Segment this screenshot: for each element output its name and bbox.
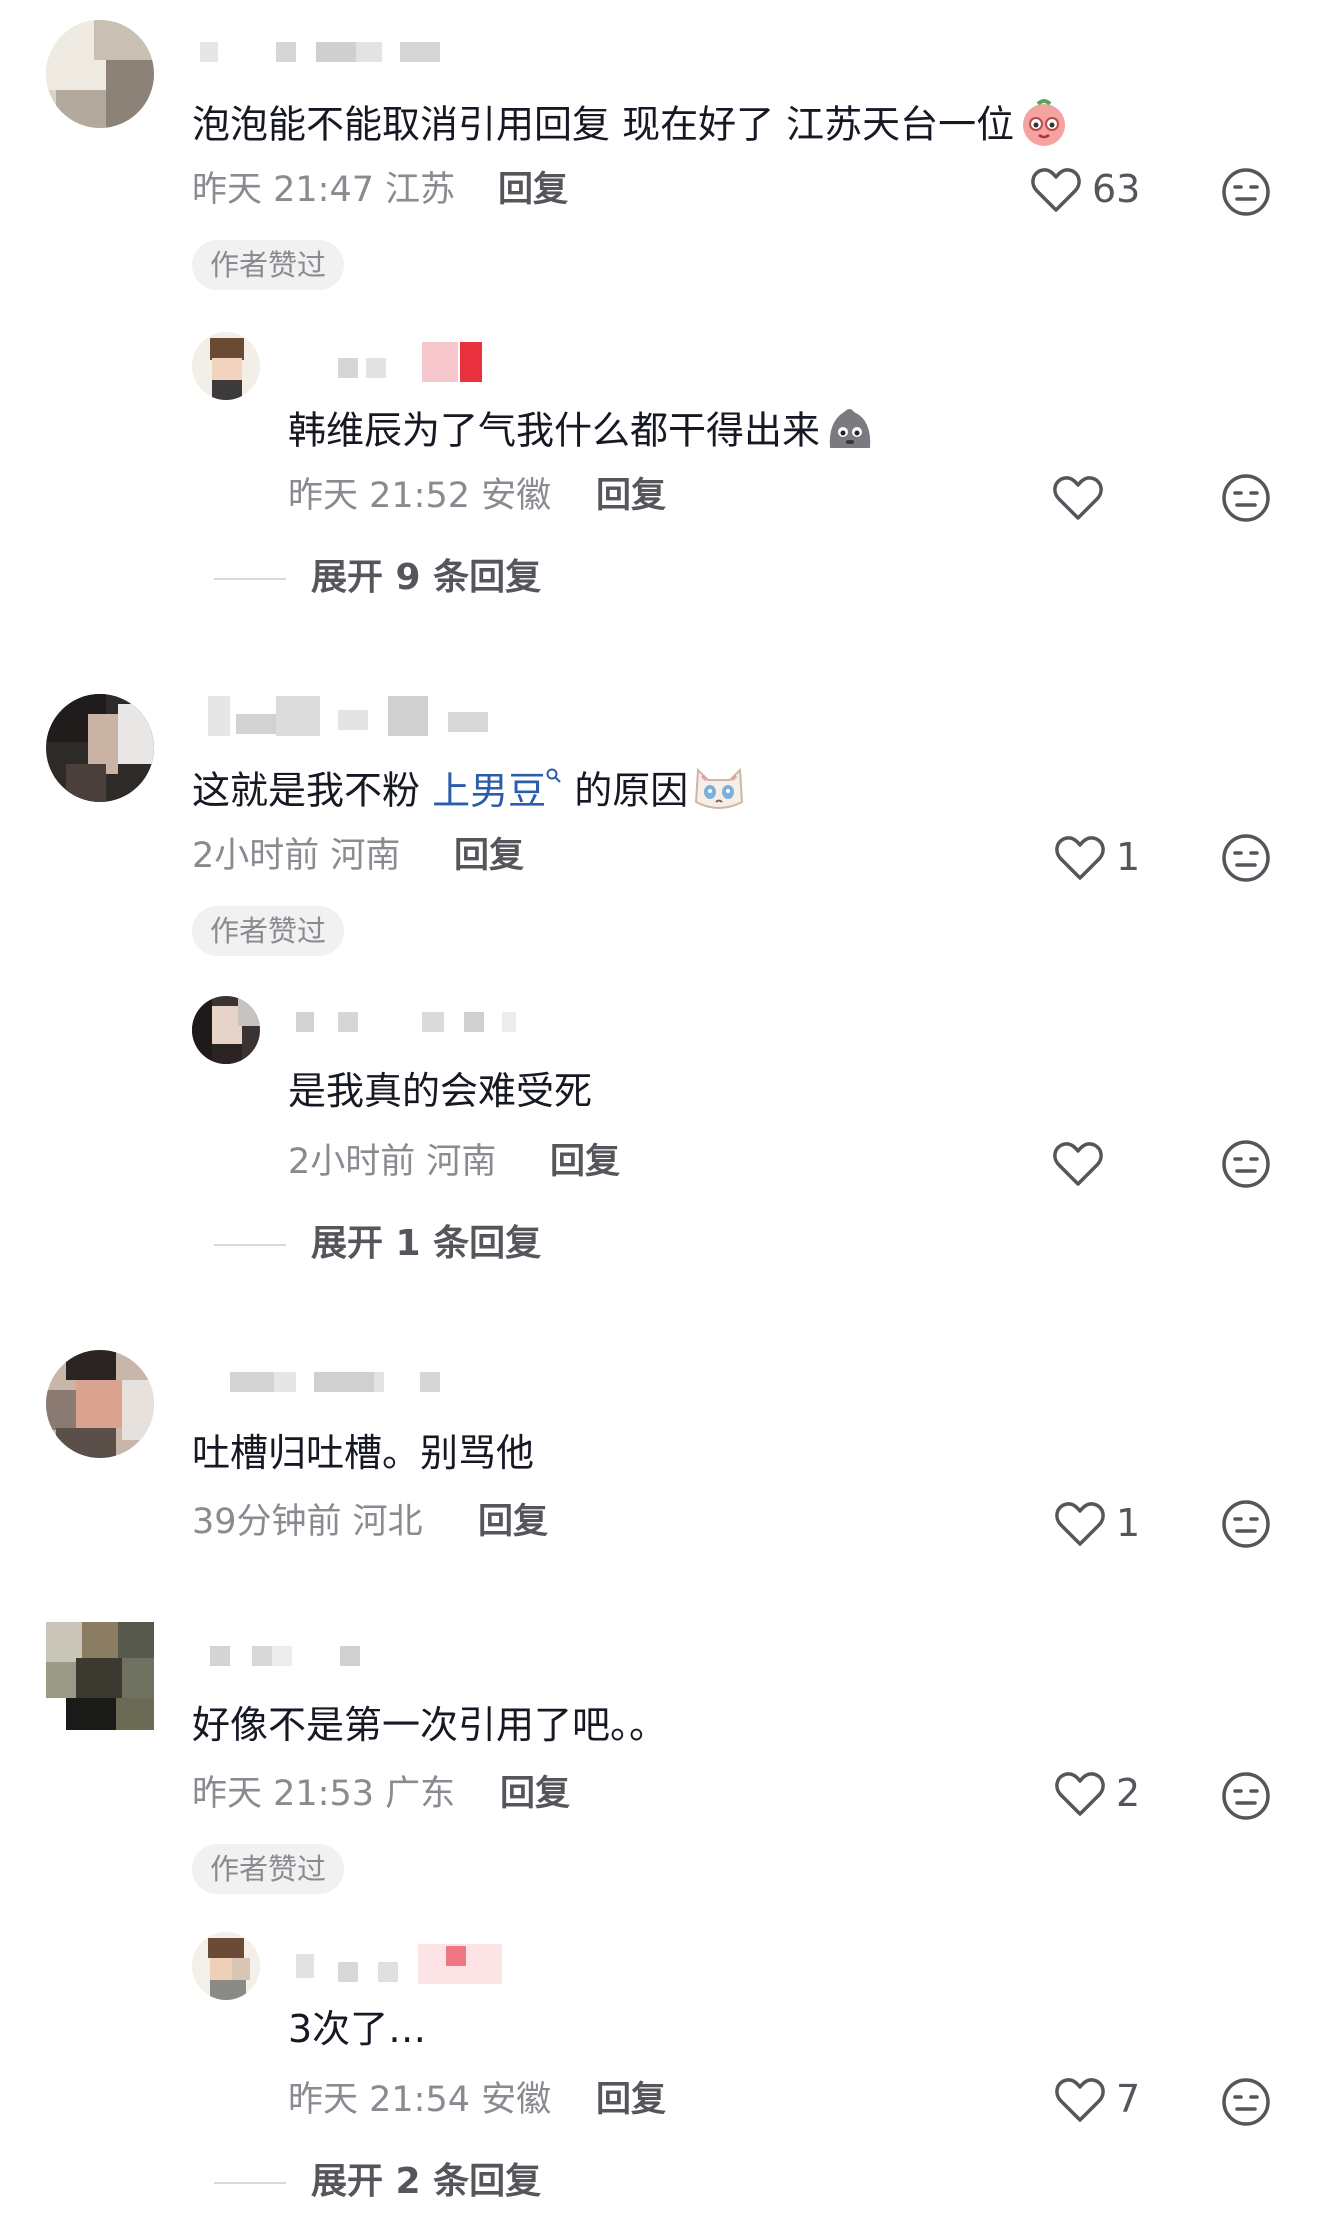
comment-meta: 39分钟前 河北: [192, 1502, 423, 1542]
comment-meta: 昨天 21:47 江苏: [192, 170, 456, 210]
crying-cat-emoji: [692, 762, 746, 824]
reply-text: 韩维辰为了气我什么都干得出来: [288, 402, 876, 464]
heart-outline-icon: [1055, 1502, 1105, 1546]
username-blurred[interactable]: [208, 696, 508, 736]
reply-button[interactable]: 回复: [478, 1500, 548, 1544]
like-button[interactable]: 1: [1054, 830, 1174, 886]
like-count: 7: [1116, 2077, 1141, 2121]
reply-text: 3次了…: [288, 2007, 427, 2051]
search-icon: [546, 768, 561, 783]
username-blurred[interactable]: [290, 342, 530, 382]
comment-text-content: 的原因: [574, 768, 689, 813]
comment-list-page: { "comments": [ { "text": "泡泡能不能取消引用回复 现…: [0, 0, 1320, 2218]
dislike-button[interactable]: [1220, 2076, 1272, 2128]
heart-outline-icon: [1055, 1772, 1105, 1816]
heart-outline-icon: [1053, 476, 1103, 520]
gray-blob-face-emoji: [824, 402, 876, 464]
dislike-button[interactable]: [1220, 1138, 1272, 1190]
avatar[interactable]: [46, 1350, 154, 1458]
neutral-face-icon: [1222, 1500, 1270, 1548]
mention-text: 上男豆: [432, 768, 547, 813]
reply-meta: 2小时前 河南: [288, 1142, 497, 1182]
reply-button[interactable]: 回复: [596, 474, 666, 518]
comment-text: 这就是我不粉 上男豆 的原因: [192, 762, 746, 824]
avatar[interactable]: [46, 694, 154, 802]
heart-outline-icon: [1053, 1142, 1103, 1186]
neutral-face-icon: [1222, 1772, 1270, 1820]
heart-outline-icon: [1055, 836, 1105, 880]
like-count: 1: [1116, 1501, 1141, 1545]
author-liked-badge: 作者赞过: [192, 906, 345, 956]
reply-text: 是我真的会难受死: [288, 1069, 593, 1113]
expand-replies-label: 展开 1 条回复: [311, 1223, 542, 1264]
reply-button[interactable]: 回复: [596, 2078, 666, 2122]
heart-outline-icon: [1031, 168, 1081, 212]
avatar[interactable]: [46, 1622, 154, 1730]
like-button[interactable]: 1: [1054, 1496, 1174, 1552]
like-count: 63: [1092, 167, 1141, 211]
avatar[interactable]: [192, 332, 260, 400]
heart-outline-icon: [1055, 2078, 1105, 2122]
divider: [214, 1244, 286, 1246]
comment-text-content: 这就是我不粉: [192, 768, 421, 813]
username-blurred[interactable]: [296, 1012, 536, 1034]
author-liked-badge: 作者赞过: [192, 240, 345, 290]
reply-meta: 昨天 21:52 安徽: [288, 476, 552, 516]
expand-replies-label: 展开 2 条回复: [311, 2161, 542, 2202]
reply-button[interactable]: 回复: [500, 1772, 570, 1816]
like-count: 1: [1116, 835, 1141, 879]
reply-button[interactable]: 回复: [550, 1140, 620, 1184]
neutral-face-icon: [1222, 834, 1270, 882]
avatar[interactable]: [192, 996, 260, 1064]
like-button[interactable]: 2: [1054, 1766, 1174, 1822]
username-blurred[interactable]: [230, 1372, 460, 1394]
like-button[interactable]: 63: [1030, 162, 1150, 218]
avatar[interactable]: [192, 1932, 260, 2000]
username-blurred[interactable]: [296, 1944, 536, 1984]
pink-blush-face-emoji: [1018, 96, 1070, 158]
dislike-button[interactable]: [1220, 472, 1272, 524]
like-button[interactable]: 7: [1054, 2072, 1174, 2128]
neutral-face-icon: [1222, 1140, 1270, 1188]
dislike-button[interactable]: [1220, 166, 1272, 218]
reply-button[interactable]: 回复: [454, 834, 524, 878]
reply-button[interactable]: 回复: [498, 168, 568, 212]
like-button[interactable]: [1052, 1136, 1172, 1192]
like-button[interactable]: [1052, 470, 1172, 526]
reply-meta: 昨天 21:54 安徽: [288, 2080, 552, 2120]
neutral-face-icon: [1222, 2078, 1270, 2126]
neutral-face-icon: [1222, 168, 1270, 216]
author-liked-badge: 作者赞过: [192, 1844, 345, 1894]
avatar[interactable]: [46, 20, 154, 128]
like-count: 2: [1116, 1771, 1141, 1815]
comment-text: 好像不是第一次引用了吧。。: [192, 1703, 668, 1747]
username-blurred[interactable]: [200, 42, 460, 64]
neutral-face-icon: [1222, 474, 1270, 522]
comment-meta: 昨天 21:53 广东: [192, 1774, 456, 1814]
mention-link[interactable]: 上男豆: [432, 768, 562, 813]
comment-text: 吐槽归吐槽。别骂他: [192, 1431, 535, 1475]
comment-text: 泡泡能不能取消引用回复 现在好了 江苏天台一位: [192, 96, 1070, 158]
divider: [214, 578, 286, 580]
divider: [214, 2182, 286, 2184]
username-blurred[interactable]: [210, 1646, 370, 1668]
dislike-button[interactable]: [1220, 1498, 1272, 1550]
dislike-button[interactable]: [1220, 1770, 1272, 1822]
comment-text-content: 泡泡能不能取消引用回复 现在好了 江苏天台一位: [192, 102, 1015, 147]
expand-replies-label: 展开 9 条回复: [311, 557, 542, 598]
dislike-button[interactable]: [1220, 832, 1272, 884]
comment-meta: 2小时前 河南: [192, 836, 401, 876]
reply-text-content: 韩维辰为了气我什么都干得出来: [288, 408, 821, 453]
